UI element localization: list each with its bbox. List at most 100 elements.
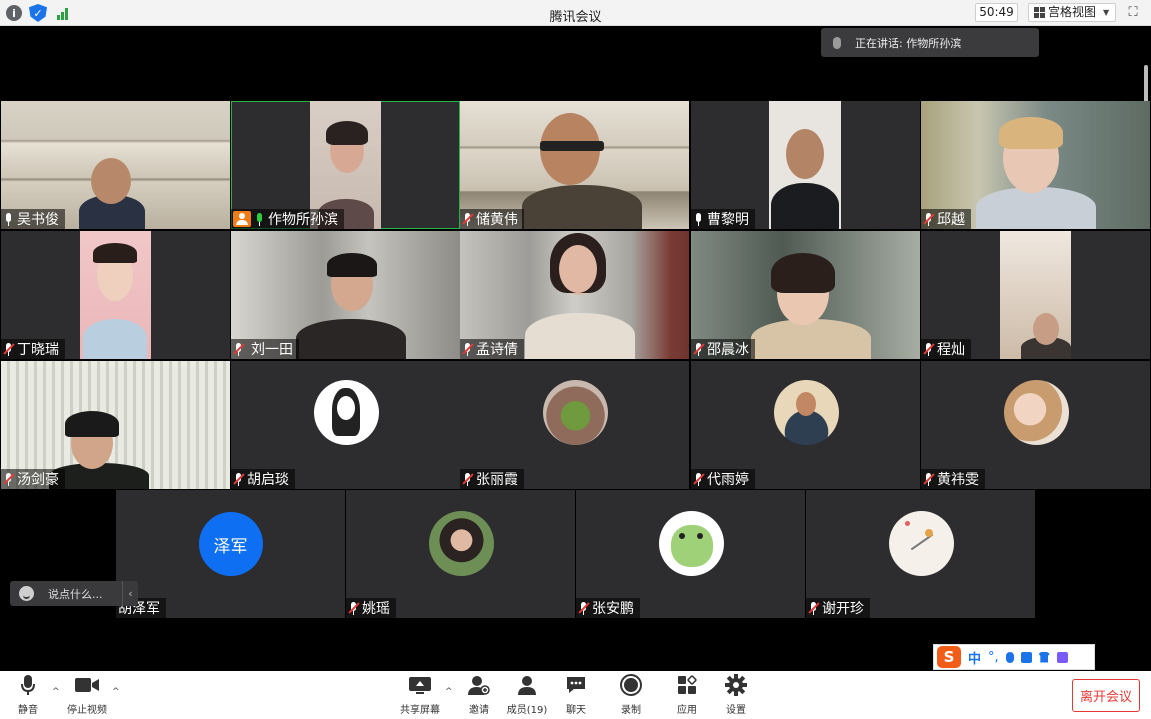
- apps-button[interactable]: 应用: [674, 671, 700, 719]
- chevron-down-icon: ▼: [1103, 8, 1110, 17]
- host-avatar-icon: [233, 211, 251, 227]
- microphone-muted-icon: [808, 601, 820, 615]
- video-tile[interactable]: 储黄伟: [460, 101, 689, 229]
- participant-name-tag: 储黄伟: [460, 209, 524, 229]
- avatar: [428, 511, 494, 576]
- participant-name-tag: 张丽霞: [460, 469, 524, 489]
- participant-name-tag: 曹黎明: [691, 209, 755, 229]
- avatar: [313, 380, 379, 445]
- grid-view-icon: [1034, 7, 1045, 18]
- gear-icon: [725, 674, 747, 696]
- ime-language-toggle[interactable]: 中: [968, 648, 981, 667]
- ime-toolbar: S 中 °,: [933, 644, 1095, 670]
- security-shield-icon[interactable]: ✓: [29, 4, 47, 22]
- video-tile[interactable]: 胡启琰: [231, 361, 460, 489]
- avatar: [888, 511, 954, 576]
- leave-meeting-button[interactable]: 离开会议: [1072, 679, 1140, 712]
- participant-name-tag: 代雨婷: [691, 469, 755, 489]
- microphone-muted-icon: [923, 342, 935, 356]
- info-icon[interactable]: i: [6, 5, 22, 21]
- video-tile[interactable]: 吴书俊: [1, 101, 230, 229]
- microphone-icon: [3, 212, 14, 226]
- participant-name-tag: 邱越: [921, 209, 971, 229]
- microphone-muted-icon: [233, 472, 245, 486]
- video-tile[interactable]: 汤剑豪: [1, 361, 230, 489]
- participant-name-tag: 刘一田: [231, 339, 299, 359]
- ime-punctuation-toggle[interactable]: °,: [988, 650, 999, 665]
- microphone-muted-icon: [693, 342, 705, 356]
- microphone-muted-icon: [462, 342, 474, 356]
- microphone-muted-icon: [462, 212, 474, 226]
- microphone-muted-icon: [462, 472, 474, 486]
- view-mode-button[interactable]: 宫格视图 ▼: [1028, 3, 1116, 22]
- video-tile[interactable]: 张丽霞: [460, 361, 689, 489]
- video-tile[interactable]: 程灿: [921, 231, 1150, 359]
- participant-name-tag: 胡启琰: [231, 469, 295, 489]
- avatar: [542, 380, 608, 445]
- video-tile[interactable]: 丁晓瑞: [1, 231, 230, 359]
- video-tile[interactable]: 代雨婷: [691, 361, 920, 489]
- sogou-logo-icon[interactable]: S: [937, 646, 961, 668]
- network-signal-icon[interactable]: [54, 4, 72, 22]
- microphone-muted-icon: [3, 342, 15, 356]
- record-icon: [620, 674, 642, 696]
- microphone-muted-icon: [693, 472, 705, 486]
- voice-input-icon[interactable]: [1005, 651, 1014, 663]
- emoji-icon[interactable]: [19, 586, 34, 601]
- video-tile[interactable]: 邱越: [921, 101, 1150, 229]
- members-icon: [518, 676, 536, 695]
- record-button[interactable]: 录制: [618, 671, 644, 719]
- meeting-timer: 50:49: [975, 3, 1018, 22]
- chat-button[interactable]: 聊天: [562, 671, 590, 719]
- add-user-icon: [468, 676, 490, 695]
- toolbox-icon[interactable]: [1056, 651, 1068, 663]
- video-tile[interactable]: 泽军 胡泽军: [116, 490, 345, 618]
- chevron-left-icon[interactable]: ‹: [122, 581, 138, 606]
- scrollbar[interactable]: [1144, 65, 1148, 105]
- avatar: 泽军: [198, 512, 263, 576]
- video-tile[interactable]: 邵晨冰: [691, 231, 920, 359]
- stop-video-button[interactable]: 停止视频: [66, 671, 108, 719]
- chat-placeholder: 说点什么...: [48, 587, 103, 601]
- share-screen-button[interactable]: 共享屏幕: [400, 671, 440, 719]
- video-tile[interactable]: 黄祎雯: [921, 361, 1150, 489]
- members-button[interactable]: 成员(19): [506, 671, 548, 719]
- fullscreen-icon[interactable]: ⛶: [1124, 4, 1142, 22]
- participant-name-tag: 邵晨冰: [691, 339, 755, 359]
- skin-icon[interactable]: [1038, 651, 1050, 663]
- video-tile[interactable]: 张安鹏: [576, 490, 805, 618]
- chat-input[interactable]: 说点什么... ‹: [10, 581, 138, 606]
- participant-name-tag: 程灿: [921, 339, 971, 359]
- mute-button[interactable]: 静音: [14, 671, 42, 719]
- participant-name-tag: 孟诗倩: [460, 339, 524, 359]
- meeting-toolbar: 静音 ^ 停止视频 ^ 共享屏幕 ^ 邀请 成员(19) 聊天 录制 应用 设置: [0, 671, 1151, 719]
- participant-name-tag: 丁晓瑞: [1, 339, 65, 359]
- video-tile[interactable]: 谢开珍: [806, 490, 1035, 618]
- video-tile[interactable]: 姚瑶: [346, 490, 575, 618]
- settings-button[interactable]: 设置: [723, 671, 749, 719]
- microphone-icon: [833, 36, 841, 49]
- participant-name-tag: 姚瑶: [346, 598, 396, 618]
- chevron-up-icon[interactable]: ^: [112, 687, 120, 697]
- video-tile[interactable]: 刘一田: [231, 231, 460, 359]
- chevron-up-icon[interactable]: ^: [445, 687, 453, 697]
- video-tile[interactable]: 曹黎明: [691, 101, 920, 229]
- video-tile[interactable]: 孟诗倩: [460, 231, 689, 359]
- participant-name-tag: 汤剑豪: [1, 469, 65, 489]
- invite-button[interactable]: 邀请: [466, 671, 492, 719]
- video-camera-icon: [75, 678, 99, 692]
- speaking-indicator: 正在讲话: 作物所孙滨: [821, 28, 1039, 57]
- microphone-icon: [693, 212, 704, 226]
- avatar: [658, 511, 724, 576]
- view-mode-label: 宫格视图: [1048, 5, 1097, 19]
- microphone-muted-icon: [3, 472, 15, 486]
- keyboard-icon[interactable]: [1020, 651, 1032, 663]
- microphone-muted-icon: [923, 212, 935, 226]
- chat-bubble-icon: [567, 677, 585, 693]
- participant-name-tag: 谢开珍: [806, 598, 870, 618]
- speaking-label: 正在讲话: 作物所孙滨: [855, 36, 962, 50]
- chevron-up-icon[interactable]: ^: [52, 687, 60, 697]
- avatar: [773, 380, 839, 445]
- microphone-muted-icon: [578, 601, 590, 615]
- video-tile[interactable]: 作物所孙滨: [231, 101, 460, 229]
